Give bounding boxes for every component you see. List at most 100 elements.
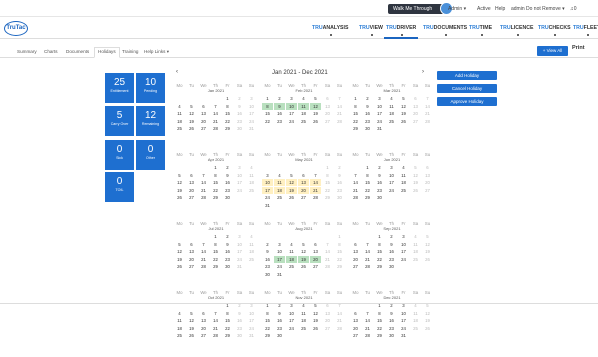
nav-item-checks[interactable]: TRUCHECKS xyxy=(538,25,571,36)
calendar-day[interactable]: 24 xyxy=(374,118,385,125)
calendar-day[interactable]: 21 xyxy=(334,110,345,117)
calendar-day[interactable]: 28 xyxy=(198,263,209,270)
calendar-day[interactable]: 29 xyxy=(222,332,233,339)
calendar-day[interactable]: 31 xyxy=(398,332,409,339)
calendar-day[interactable]: 15 xyxy=(210,248,221,255)
calendar-day[interactable]: 24 xyxy=(398,325,409,332)
calendar-day[interactable]: 30 xyxy=(374,194,385,201)
trutac-logo[interactable]: TruTac xyxy=(4,21,28,36)
calendar-day[interactable]: 19 xyxy=(186,118,197,125)
calendar-day[interactable]: 2 xyxy=(386,233,397,240)
calendar-day[interactable]: 23 xyxy=(386,256,397,263)
calendar-day[interactable]: 5 xyxy=(298,241,309,248)
calendar-day[interactable]: 20 xyxy=(310,255,321,263)
calendar-day[interactable]: 3 xyxy=(374,95,385,102)
calendar-day[interactable]: 14 xyxy=(210,317,221,324)
calendar-day[interactable]: 4 xyxy=(246,164,257,171)
calendar-day[interactable]: 29 xyxy=(210,263,221,270)
calendar-day[interactable]: 6 xyxy=(322,95,333,102)
calendar-day[interactable]: 31 xyxy=(374,125,385,132)
calendar-day[interactable]: 6 xyxy=(350,241,361,248)
calendar-day[interactable]: 27 xyxy=(350,332,361,339)
calendar-day[interactable]: 28 xyxy=(210,125,221,132)
calendar-day[interactable]: 19 xyxy=(410,179,421,186)
calendar-day[interactable]: 5 xyxy=(186,103,197,110)
calendar-day[interactable]: 18 xyxy=(398,179,409,186)
calendar-day[interactable]: 3 xyxy=(398,233,409,240)
calendar-day[interactable]: 21 xyxy=(362,256,373,263)
calendar-day[interactable]: 22 xyxy=(210,256,221,263)
calendar-day[interactable]: 16 xyxy=(362,110,373,117)
calendar-day[interactable]: 14 xyxy=(198,248,209,255)
calendar-day[interactable]: 30 xyxy=(222,263,233,270)
calendar-day[interactable]: 25 xyxy=(286,263,297,270)
calendar-day[interactable]: 11 xyxy=(410,241,421,248)
calendar-day[interactable]: 14 xyxy=(322,248,333,255)
calendar-day[interactable]: 17 xyxy=(234,179,245,186)
calendar-day[interactable]: 20 xyxy=(186,187,197,194)
calendar-day[interactable]: 17 xyxy=(234,248,245,255)
calendar-day[interactable]: 12 xyxy=(174,248,185,255)
calendar-day[interactable]: 18 xyxy=(174,325,185,332)
calendar-day[interactable]: 27 xyxy=(350,263,361,270)
calendar-day[interactable]: 20 xyxy=(322,110,333,117)
calendar-day[interactable]: 24 xyxy=(262,194,273,201)
calendar-day[interactable]: 9 xyxy=(334,172,345,179)
calendar-day[interactable]: 13 xyxy=(298,179,309,186)
user-menu[interactable]: admin Do not Remove ▾ xyxy=(511,6,565,12)
calendar-day[interactable]: 10 xyxy=(246,310,257,317)
calendar-day[interactable]: 11 xyxy=(246,241,257,248)
calendar-day[interactable]: 23 xyxy=(234,118,245,125)
calendar-day[interactable]: 11 xyxy=(274,179,285,186)
calendar-day[interactable]: 27 xyxy=(298,194,309,201)
calendar-day[interactable]: 16 xyxy=(386,317,397,324)
calendar-day[interactable]: 15 xyxy=(222,317,233,324)
calendar-day[interactable]: 17 xyxy=(398,248,409,255)
tab-training[interactable]: Training xyxy=(119,48,141,58)
calendar-day[interactable]: 13 xyxy=(350,317,361,324)
calendar-day[interactable]: 21 xyxy=(210,118,221,125)
calendar-day[interactable]: 25 xyxy=(386,118,397,125)
calendar-day[interactable]: 10 xyxy=(286,310,297,317)
calendar-day[interactable]: 23 xyxy=(274,325,285,332)
calendar-day[interactable]: 7 xyxy=(198,241,209,248)
calendar-day[interactable]: 18 xyxy=(274,186,285,194)
calendar-day[interactable]: 5 xyxy=(410,164,421,171)
calendar-day[interactable]: 28 xyxy=(422,118,433,125)
nav-item-view[interactable]: TRUVIEW xyxy=(359,25,383,36)
calendar-day[interactable]: 5 xyxy=(422,233,433,240)
calendar-day[interactable]: 13 xyxy=(410,103,421,110)
calendar-day[interactable]: 27 xyxy=(198,125,209,132)
calendar-day[interactable]: 17 xyxy=(246,317,257,324)
calendar-day[interactable]: 20 xyxy=(350,325,361,332)
calendar-day[interactable]: 13 xyxy=(422,172,433,179)
calendar-day[interactable]: 10 xyxy=(286,102,297,110)
calendar-day[interactable]: 30 xyxy=(262,271,273,278)
calendar-day[interactable]: 31 xyxy=(274,271,285,278)
calendar-day[interactable]: 1 xyxy=(362,164,373,171)
calendar-day[interactable]: 18 xyxy=(246,179,257,186)
calendar-day[interactable]: 1 xyxy=(350,95,361,102)
calendar-day[interactable]: 10 xyxy=(374,103,385,110)
calendar-day[interactable]: 14 xyxy=(350,179,361,186)
calendar-day[interactable]: 27 xyxy=(410,118,421,125)
calendar-day[interactable]: 22 xyxy=(210,187,221,194)
calendar-day[interactable]: 27 xyxy=(198,332,209,339)
calendar-day[interactable]: 23 xyxy=(262,263,273,270)
calendar-day[interactable]: 11 xyxy=(410,310,421,317)
admin-menu[interactable]: Admin ▾ xyxy=(448,6,466,12)
calendar-day[interactable]: 27 xyxy=(310,263,321,270)
calendar-day[interactable]: 29 xyxy=(262,332,273,339)
calendar-day[interactable]: 18 xyxy=(174,118,185,125)
calendar-day[interactable]: 24 xyxy=(274,263,285,270)
calendar-day[interactable]: 23 xyxy=(222,256,233,263)
calendar-day[interactable]: 26 xyxy=(186,332,197,339)
calendar-day[interactable]: 13 xyxy=(322,103,333,110)
calendar-day[interactable]: 12 xyxy=(422,310,433,317)
calendar-day[interactable]: 1 xyxy=(222,95,233,102)
calendar-day[interactable]: 16 xyxy=(262,256,273,263)
calendar-day[interactable]: 11 xyxy=(398,172,409,179)
calendar-day[interactable]: 13 xyxy=(310,248,321,255)
next-year-arrow[interactable]: › xyxy=(422,69,424,75)
calendar-day[interactable]: 9 xyxy=(274,102,285,110)
